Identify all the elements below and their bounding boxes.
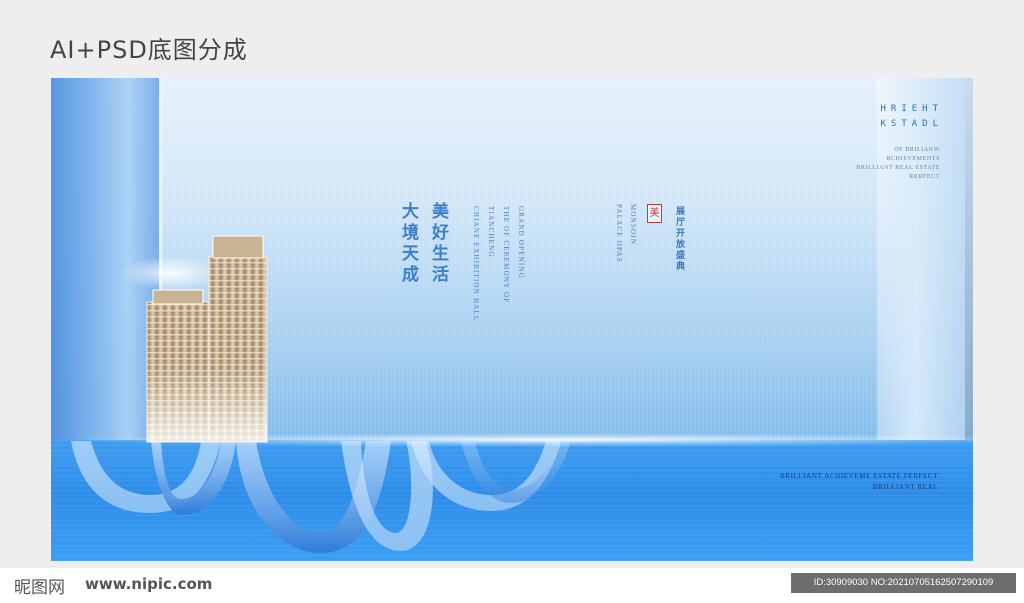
building-towers (146, 235, 268, 443)
brand-sub-2: BCHIEVEMENTS (886, 156, 940, 162)
image-id-badge: ID:30909030 NO:20210705162507290109 (791, 573, 1016, 593)
en-ceremony: THE OF CEREMONY OF (502, 206, 510, 304)
site-url[interactable]: www.nipic.com (85, 575, 212, 593)
en-monsoin: MONSOIN (629, 204, 637, 246)
en-tiancheng: TIANCHENG (487, 206, 495, 258)
bottom-tagline-1: BRILLIANT ACHIEVEME ESTATE PERFECT (780, 472, 938, 480)
brand-title: HRIEHT KSTADL (880, 102, 943, 132)
bottom-tagline-2: BRILLIANT REAL (872, 483, 938, 491)
tower-tall-crown (212, 235, 264, 259)
brand-subtext: OF BRILIANW BCHIEVEMENTS BRILLIANT REAL … (856, 146, 940, 182)
slogan-primary: 大境天成 (398, 202, 418, 286)
ribbon-curves (71, 441, 571, 553)
brand-line-1: HRIEHT (880, 104, 943, 114)
en-exhibition-hall: CHIANE EXHIBITION HALL (472, 206, 480, 322)
brand-sub-3: BRILLIANT REAL ESTATE (856, 165, 940, 171)
opening-ceremony-label: 展厅开放盛典 (674, 206, 684, 272)
red-seal-stamp: 美 (647, 204, 662, 223)
en-palace: PALACE OPAS (615, 204, 623, 263)
brand-sub-4: RRRFECT (909, 174, 940, 180)
en-grand-opening: GRAND OPENING (517, 206, 525, 279)
nipic-logo: 昵图网 (14, 578, 65, 598)
brand-line-2: KSTADL (880, 119, 943, 129)
page-heading: AI+PSD底图分成 (50, 36, 248, 64)
brand-sub-1: OF BRILIANW (894, 147, 940, 153)
slogan-secondary: 美好生活 (428, 202, 448, 286)
bottom-tagline: BRILLIANT ACHIEVEME ESTATE PERFECT BRILL… (780, 471, 938, 493)
poster-artboard: 大境天成 美好生活 GRAND OPENING THE OF CEREMONY … (51, 78, 973, 561)
